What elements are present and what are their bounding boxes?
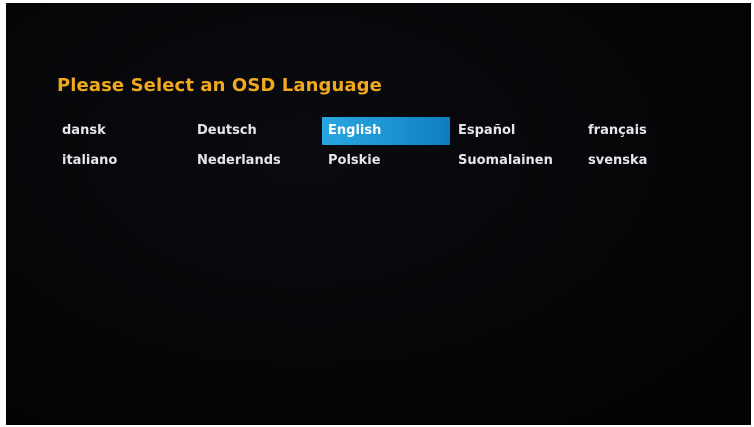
language-option-polskie[interactable]: Polskie — [322, 147, 450, 175]
language-option-nederlands[interactable]: Nederlands — [191, 147, 311, 175]
language-option-espanol[interactable]: Español — [452, 117, 572, 145]
language-option-suomalainen[interactable]: Suomalainen — [452, 147, 572, 175]
language-option-english[interactable]: English — [322, 117, 450, 145]
language-option-dansk[interactable]: dansk — [56, 117, 176, 145]
tv-screen: Please Select an OSD Language dansk Deut… — [6, 3, 751, 425]
language-grid: dansk Deutsch English Español français i… — [6, 3, 751, 425]
language-option-francais[interactable]: français — [582, 117, 702, 145]
language-option-deutsch[interactable]: Deutsch — [191, 117, 311, 145]
language-option-svenska[interactable]: svenska — [582, 147, 702, 175]
language-option-italiano[interactable]: italiano — [56, 147, 176, 175]
